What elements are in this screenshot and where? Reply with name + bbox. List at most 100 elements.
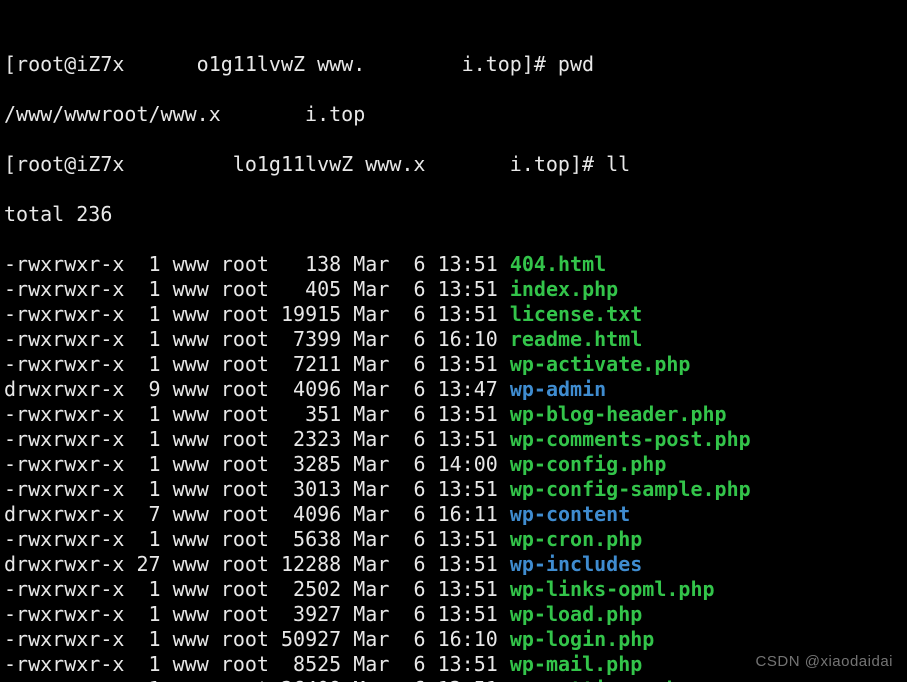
size: 5638 [281, 527, 341, 551]
owner: www [173, 427, 209, 451]
month: Mar [353, 677, 389, 682]
group: root [221, 402, 269, 426]
redacted-text: xxxxxxx [425, 152, 509, 177]
size: 19915 [281, 302, 341, 326]
prompt-suffix: i.top]# [462, 52, 558, 76]
list-item: -rwxrwxr-x 1 www root 2502 Mar 6 13:51 w… [4, 577, 903, 602]
link-count: 1 [136, 477, 160, 501]
pwd-path-suffix: i.top [305, 102, 365, 126]
size: 8525 [281, 652, 341, 676]
list-item: -rwxrwxr-x 1 www root 19915 Mar 6 13:51 … [4, 302, 903, 327]
month: Mar [353, 452, 389, 476]
month: Mar [353, 577, 389, 601]
file-name: wp-load.php [510, 602, 642, 626]
file-name: wp-mail.php [510, 652, 642, 676]
prompt-mid: o1g11lvwZ www. [197, 52, 366, 76]
prompt-suffix: i.top]# [510, 152, 606, 176]
file-name: wp-config-sample.php [510, 477, 751, 501]
permissions: -rwxrwxr-x [4, 402, 124, 426]
list-item: -rwxrwxr-x 1 www root 3927 Mar 6 13:51 w… [4, 602, 903, 627]
permissions: -rwxrwxr-x [4, 602, 124, 626]
link-count: 1 [136, 252, 160, 276]
permissions: -rwxrwxr-x [4, 677, 124, 682]
time: 13:51 [438, 427, 498, 451]
list-item: -rwxrwxr-x 1 www root 7211 Mar 6 13:51 w… [4, 352, 903, 377]
month: Mar [353, 502, 389, 526]
link-count: 1 [136, 677, 160, 682]
day: 6 [401, 427, 425, 451]
file-name: wp-activate.php [510, 352, 691, 376]
time: 13:51 [438, 577, 498, 601]
link-count: 1 [136, 602, 160, 626]
permissions: -rwxrwxr-x [4, 652, 124, 676]
redacted-text: xxxxxxx [221, 102, 305, 127]
group: root [221, 427, 269, 451]
list-item: -rwxrwxr-x 1 www root 2323 Mar 6 13:51 w… [4, 427, 903, 452]
list-item: -rwxrwxr-x 1 www root 3285 Mar 6 14:00 w… [4, 452, 903, 477]
link-count: 1 [136, 352, 160, 376]
owner: www [173, 577, 209, 601]
size: 4096 [281, 502, 341, 526]
permissions: -rwxrwxr-x [4, 302, 124, 326]
month: Mar [353, 477, 389, 501]
directory-name: wp-includes [510, 552, 642, 576]
command-pwd: pwd [558, 52, 594, 76]
owner: www [173, 477, 209, 501]
group: root [221, 302, 269, 326]
file-name: wp-blog-header.php [510, 402, 727, 426]
day: 6 [401, 577, 425, 601]
day: 6 [401, 402, 425, 426]
day: 6 [401, 677, 425, 682]
group: root [221, 677, 269, 682]
list-item: -rwxrwxr-x 1 www root 138 Mar 6 13:51 40… [4, 252, 903, 277]
permissions: -rwxrwxr-x [4, 627, 124, 651]
group: root [221, 602, 269, 626]
month: Mar [353, 652, 389, 676]
permissions: -rwxrwxr-x [4, 477, 124, 501]
list-item: -rwxrwxr-x 1 www root 26409 Mar 6 13:51 … [4, 677, 903, 682]
owner: www [173, 377, 209, 401]
month: Mar [353, 302, 389, 326]
size: 12288 [281, 552, 341, 576]
owner: www [173, 502, 209, 526]
day: 6 [401, 477, 425, 501]
month: Mar [353, 427, 389, 451]
list-item: -rwxrwxr-x 1 www root 50927 Mar 6 16:10 … [4, 627, 903, 652]
prompt-mid: lo1g11lvwZ www.x [233, 152, 426, 176]
list-item: -rwxrwxr-x 1 www root 7399 Mar 6 16:10 r… [4, 327, 903, 352]
group: root [221, 552, 269, 576]
owner: www [173, 527, 209, 551]
day: 6 [401, 502, 425, 526]
link-count: 1 [136, 277, 160, 301]
file-name: wp-cron.php [510, 527, 642, 551]
group: root [221, 577, 269, 601]
prompt-prefix: [root@iZ7x [4, 52, 124, 76]
owner: www [173, 277, 209, 301]
link-count: 1 [136, 402, 160, 426]
group: root [221, 277, 269, 301]
size: 26409 [281, 677, 341, 682]
link-count: 1 [136, 427, 160, 451]
permissions: drwxrwxr-x [4, 502, 124, 526]
owner: www [173, 352, 209, 376]
time: 13:51 [438, 302, 498, 326]
redacted-text: xxxxxxxxx [124, 152, 232, 177]
time: 13:51 [438, 477, 498, 501]
prompt-prefix: [root@iZ7x [4, 152, 124, 176]
day: 6 [401, 377, 425, 401]
terminal[interactable]: [root@iZ7xxxxxxxo1g11lvwZ www.xxxxxxxxi.… [0, 0, 907, 682]
time: 13:51 [438, 527, 498, 551]
directory-name: wp-admin [510, 377, 606, 401]
redacted-text: xxxxxx [124, 52, 196, 77]
size: 2502 [281, 577, 341, 601]
permissions: -rwxrwxr-x [4, 352, 124, 376]
month: Mar [353, 327, 389, 351]
group: root [221, 352, 269, 376]
owner: www [173, 252, 209, 276]
list-item: drwxrwxr-x 27 www root 12288 Mar 6 13:51… [4, 552, 903, 577]
time: 16:10 [438, 327, 498, 351]
time: 13:47 [438, 377, 498, 401]
time: 13:51 [438, 652, 498, 676]
size: 351 [281, 402, 341, 426]
permissions: -rwxrwxr-x [4, 252, 124, 276]
